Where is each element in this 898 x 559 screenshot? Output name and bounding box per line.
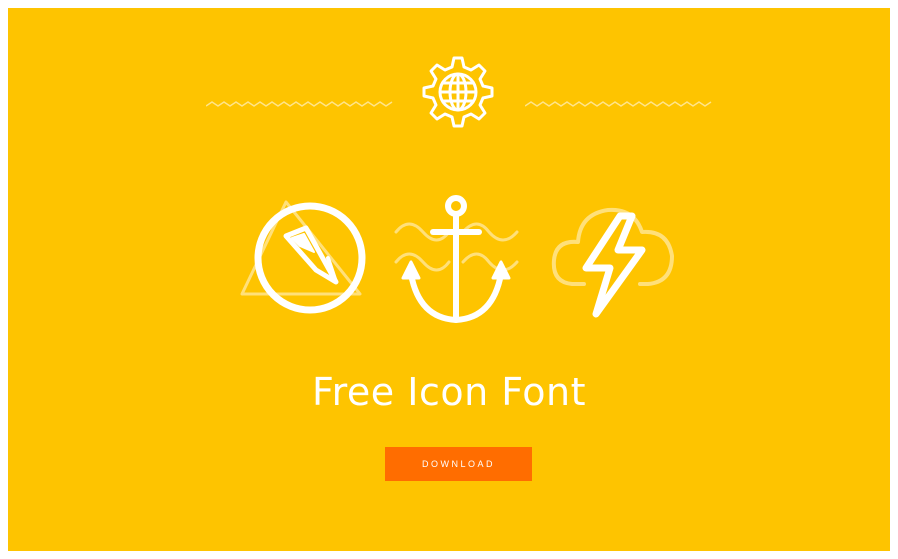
lightning-cloud-icon	[551, 207, 674, 318]
download-button[interactable]: DOWNLOAD	[385, 447, 532, 481]
left-zigzag-divider	[206, 101, 393, 107]
hero-banner: Free Icon Font DOWNLOAD	[8, 8, 890, 551]
anchor-icon	[394, 195, 519, 323]
page-title: Free Icon Font	[312, 370, 586, 414]
right-zigzag-divider	[525, 101, 712, 107]
globe-gear-icon	[422, 56, 494, 128]
compass-icon	[240, 200, 366, 314]
